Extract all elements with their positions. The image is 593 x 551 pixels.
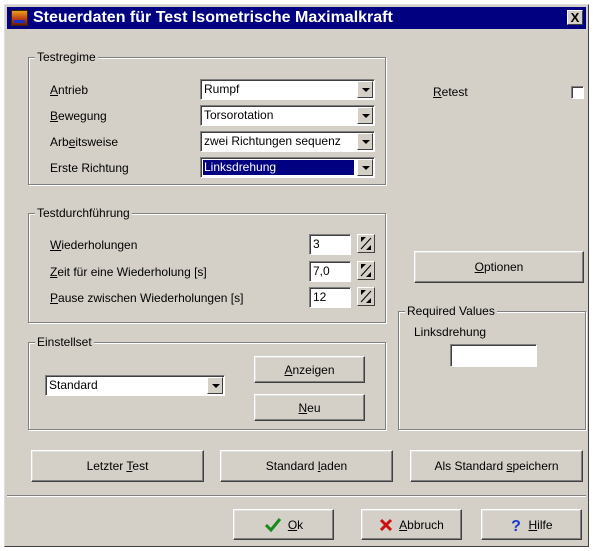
question-icon: ?	[512, 518, 522, 533]
zeit-spinner[interactable]	[357, 261, 375, 280]
pause-label: Pause zwischen Wiederholungen [s]	[50, 291, 244, 305]
chevron-down-icon[interactable]	[357, 133, 373, 150]
svg-text:?: ?	[512, 518, 522, 533]
chevron-down-icon[interactable]	[357, 81, 373, 98]
hilfe-button[interactable]: ? Hilfe	[481, 509, 582, 540]
pause-input[interactable]: 12	[309, 287, 351, 308]
title-bar[interactable]: Steuerdaten für Test Isometrische Maxima…	[7, 7, 586, 29]
required-values-legend: Required Values	[405, 304, 497, 318]
wiederholungen-input[interactable]: 3	[309, 234, 351, 255]
standard-laden-button[interactable]: Standard laden	[220, 450, 393, 482]
zeit-input[interactable]: 7,0	[309, 261, 351, 282]
anzeigen-button[interactable]: Anzeigen	[254, 356, 365, 383]
chevron-down-icon[interactable]	[357, 107, 373, 124]
einstellset-legend: Einstellset	[35, 335, 94, 349]
erste-richtung-label: Erste Richtung	[50, 161, 129, 175]
ok-button[interactable]: Ok	[233, 509, 334, 540]
arbeitsweise-label: Arbeitsweise	[50, 135, 119, 149]
chevron-down-icon[interactable]	[207, 377, 223, 394]
wiederholungen-label: Wiederholungen	[50, 238, 138, 252]
retest-label: Retest	[433, 85, 468, 99]
pause-spinner[interactable]	[357, 287, 375, 306]
einstellset-dropdown[interactable]: Standard	[45, 375, 225, 396]
app-logo-icon	[11, 10, 28, 26]
bewegung-dropdown[interactable]: Torsorotation	[200, 105, 375, 126]
spin-arrows-icon	[360, 237, 372, 250]
spin-arrows-icon	[360, 264, 372, 277]
abbruch-button[interactable]: Abbruch	[361, 509, 462, 540]
linksdrehung-value-field[interactable]	[450, 344, 537, 367]
zeit-label: Zeit für eine Wiederholung [s]	[50, 265, 207, 279]
erste-richtung-dropdown[interactable]: Linksdrehung	[200, 157, 375, 178]
cross-icon	[380, 518, 393, 531]
antrieb-dropdown[interactable]: Rumpf	[200, 79, 375, 100]
neu-button[interactable]: Neu	[254, 394, 365, 421]
spin-arrows-icon	[360, 290, 372, 303]
window-title: Steuerdaten für Test Isometrische Maxima…	[33, 9, 393, 26]
arbeitsweise-dropdown[interactable]: zwei Richtungen sequenz	[200, 131, 375, 152]
retest-checkbox[interactable]	[571, 86, 584, 99]
checkmark-icon	[264, 517, 281, 532]
chevron-down-icon[interactable]	[357, 159, 373, 176]
testdurchfuehrung-legend: Testdurchführung	[35, 206, 132, 220]
optionen-button[interactable]: Optionen	[414, 251, 584, 283]
separator-line-highlight	[7, 496, 586, 497]
als-standard-speichern-button[interactable]: Als Standard speichern	[410, 450, 583, 482]
testregime-legend: Testregime	[35, 50, 98, 64]
letzter-test-button[interactable]: Letzter Test	[31, 450, 204, 482]
close-button[interactable]: X	[567, 10, 583, 25]
linksdrehung-label: Linksdrehung	[414, 325, 487, 339]
dialog-window: Steuerdaten für Test Isometrische Maxima…	[4, 4, 589, 547]
bewegung-label: Bewegung	[50, 109, 107, 123]
wiederholungen-spinner[interactable]	[357, 234, 375, 253]
antrieb-label: Antrieb	[50, 83, 89, 97]
